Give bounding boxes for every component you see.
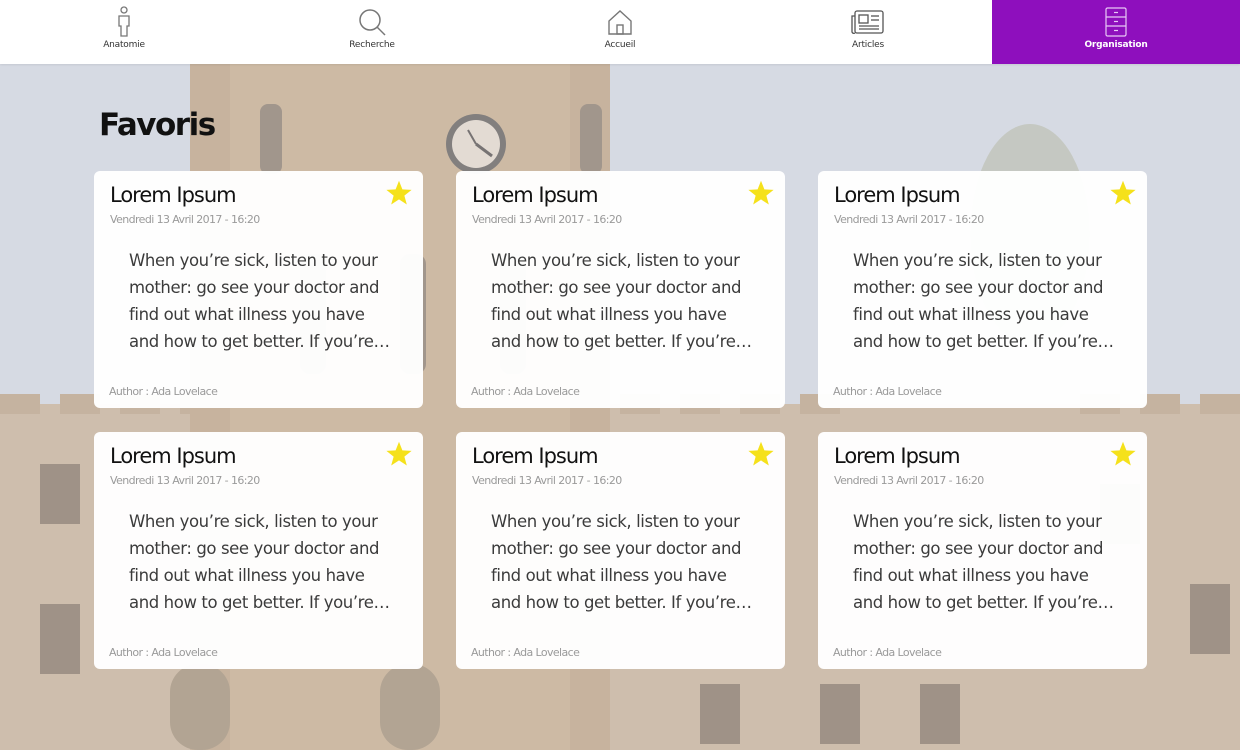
top-navigation: Anatomie Recherche Accueil Articles Orga… [0,0,1240,64]
card-author: Author : Ada Lovelace [833,646,942,659]
star-icon[interactable] [1109,440,1137,468]
card-title: Lorem Ipsum [834,183,961,207]
card-excerpt: When you’re sick, listen to your mother:… [853,251,1114,351]
favorite-card[interactable]: Lorem Ipsum Vendredi 13 Avril 2017 - 16:… [94,432,423,669]
nav-label-organisation: Organisation [1084,40,1148,50]
card-author: Author : Ada Lovelace [833,385,942,398]
card-title: Lorem Ipsum [110,183,237,207]
nav-label-recherche: Recherche [349,40,395,50]
card-author: Author : Ada Lovelace [471,385,580,398]
card-excerpt: When you’re sick, listen to your mother:… [129,512,390,612]
nav-label-articles: Articles [852,40,884,50]
card-excerpt: When you’re sick, listen to your mother:… [491,251,752,351]
nav-label-accueil: Accueil [604,40,636,50]
card-author: Author : Ada Lovelace [109,385,218,398]
card-title: Lorem Ipsum [110,444,237,468]
nav-item-organisation[interactable]: Organisation [992,0,1240,64]
card-title: Lorem Ipsum [472,444,599,468]
card-excerpt: When you’re sick, listen to your mother:… [129,251,390,351]
star-icon[interactable] [385,440,413,468]
nav-item-accueil[interactable]: Accueil [496,0,744,64]
favorite-card[interactable]: Lorem Ipsum Vendredi 13 Avril 2017 - 16:… [818,432,1147,669]
nav-item-anatomie[interactable]: Anatomie [0,0,248,64]
newspaper-icon [851,6,885,38]
favorite-card[interactable]: Lorem Ipsum Vendredi 13 Avril 2017 - 16:… [818,171,1147,408]
card-date: Vendredi 13 Avril 2017 - 16:20 [110,474,260,487]
person-icon [107,6,141,38]
favorite-card[interactable]: Lorem Ipsum Vendredi 13 Avril 2017 - 16:… [94,171,423,408]
card-title: Lorem Ipsum [472,183,599,207]
card-date: Vendredi 13 Avril 2017 - 16:20 [110,213,260,226]
card-author: Author : Ada Lovelace [471,646,580,659]
card-title: Lorem Ipsum [834,444,961,468]
star-icon[interactable] [747,440,775,468]
nav-item-recherche[interactable]: Recherche [248,0,496,64]
card-excerpt: When you’re sick, listen to your mother:… [491,512,752,612]
search-icon [355,6,389,38]
page-title: Favoris [99,107,216,143]
card-date: Vendredi 13 Avril 2017 - 16:20 [834,213,984,226]
card-date: Vendredi 13 Avril 2017 - 16:20 [472,213,622,226]
nav-label-anatomie: Anatomie [103,40,145,50]
card-excerpt: When you’re sick, listen to your mother:… [853,512,1114,612]
star-icon[interactable] [747,179,775,207]
star-icon[interactable] [1109,179,1137,207]
card-date: Vendredi 13 Avril 2017 - 16:20 [834,474,984,487]
card-date: Vendredi 13 Avril 2017 - 16:20 [472,474,622,487]
nav-item-articles[interactable]: Articles [744,0,992,64]
star-icon[interactable] [385,179,413,207]
favorite-card[interactable]: Lorem Ipsum Vendredi 13 Avril 2017 - 16:… [456,171,785,408]
card-author: Author : Ada Lovelace [109,646,218,659]
cabinet-icon [1099,6,1133,38]
favorite-card[interactable]: Lorem Ipsum Vendredi 13 Avril 2017 - 16:… [456,432,785,669]
home-icon [603,6,637,38]
